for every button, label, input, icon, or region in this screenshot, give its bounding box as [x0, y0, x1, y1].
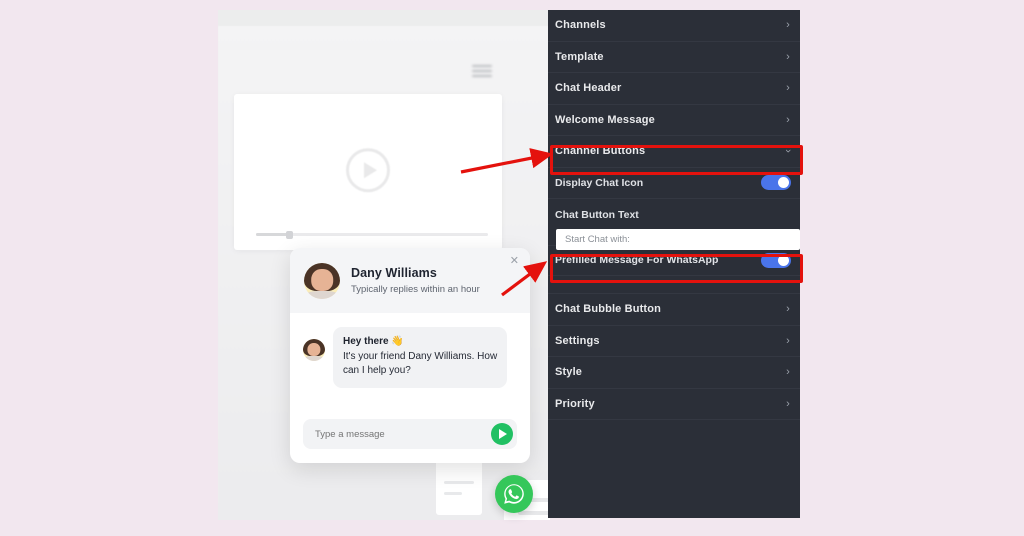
avatar-face: [307, 342, 321, 357]
sidebar-item-label: Chat Bubble Button: [555, 303, 661, 316]
sidebar-item-label: Template: [555, 50, 604, 63]
sidebar-item-chat-header[interactable]: Chat Header ›: [548, 73, 800, 105]
settings-sidebar: Channels › Template › Chat Header › Welc…: [548, 10, 800, 518]
sidebar-item-welcome-message[interactable]: Welcome Message ›: [548, 105, 800, 136]
chevron-right-icon: ›: [786, 366, 790, 379]
sidebar-item-label: Style: [555, 366, 583, 379]
sidebar-item-style[interactable]: Style ›: [548, 357, 800, 389]
chevron-right-icon: ›: [786, 113, 790, 126]
avatar: [303, 339, 325, 361]
prefilled-message-toggle[interactable]: [761, 252, 791, 268]
video-progress-filled: [256, 233, 289, 236]
avatar-face: [311, 268, 333, 291]
sidebar-item-priority[interactable]: Priority ›: [548, 389, 800, 420]
option-label: Display Chat Icon: [555, 176, 644, 189]
video-progress-knob[interactable]: [286, 230, 294, 239]
whatsapp-icon[interactable]: [495, 475, 533, 513]
agent-status: Typically replies within an hour: [351, 284, 480, 295]
sidebar-item-label: Priority: [555, 397, 595, 410]
chat-header-text: Dany Williams Typically replies within a…: [351, 266, 480, 295]
close-icon[interactable]: ✕: [510, 256, 519, 267]
option-display-chat-icon[interactable]: Display Chat Icon: [548, 168, 800, 199]
placeholder-line: [444, 492, 462, 495]
option-chat-button-text: Chat Button Text: [548, 199, 800, 231]
chevron-right-icon: ›: [786, 50, 790, 63]
chevron-right-icon: ›: [786, 19, 790, 32]
hamburger-icon[interactable]: [472, 65, 492, 79]
play-icon[interactable]: [346, 148, 390, 193]
sidebar-item-label: Channel Buttons: [555, 145, 646, 158]
avatar: [304, 262, 340, 299]
sidebar-item-label: Welcome Message: [555, 113, 655, 126]
sidebar-item-channel-buttons[interactable]: Channel Buttons ›: [548, 136, 800, 168]
chevron-right-icon: ›: [786, 334, 790, 347]
message-line: It's your friend Dany Williams. How: [343, 350, 498, 362]
display-chat-icon-toggle[interactable]: [761, 175, 791, 191]
message-line: Hey there 👋: [343, 336, 404, 347]
chevron-right-icon: ›: [786, 397, 790, 410]
sidebar-item-template[interactable]: Template ›: [548, 42, 800, 73]
sidebar-item-settings[interactable]: Settings ›: [548, 326, 800, 357]
agent-name: Dany Williams: [351, 266, 437, 280]
hamburger-line: [472, 65, 492, 67]
sidebar-item-label: Channels: [555, 19, 606, 32]
chat-message-row: Hey there 👋 It's your friend Dany Willia…: [303, 327, 517, 388]
chevron-right-icon: ›: [786, 303, 790, 316]
chevron-right-icon: ›: [786, 82, 790, 95]
sidebar-divider: [548, 276, 800, 294]
send-icon[interactable]: [491, 423, 513, 445]
sidebar-item-label: Settings: [555, 334, 600, 347]
sidebar-item-label: Chat Header: [555, 82, 622, 95]
option-label: Prefilled Message For WhatsApp: [555, 254, 719, 267]
chat-button-text-input[interactable]: [556, 229, 800, 250]
placeholder-line: [518, 511, 550, 515]
chat-message-bubble: Hey there 👋 It's your friend Dany Willia…: [333, 327, 508, 388]
chat-widget: Dany Williams Typically replies within a…: [290, 248, 530, 463]
message-line: can I help you?: [343, 365, 411, 376]
placeholder-line: [444, 481, 474, 484]
chat-message-input[interactable]: [315, 428, 491, 440]
chevron-down-icon: ›: [782, 149, 795, 154]
avatar-body: [304, 356, 324, 361]
sidebar-item-channels[interactable]: Channels ›: [548, 10, 800, 42]
hamburger-line: [472, 70, 492, 72]
video-progress-bar[interactable]: [256, 230, 488, 239]
video-player-card[interactable]: [234, 94, 502, 250]
chat-widget-header: Dany Williams Typically replies within a…: [290, 248, 530, 313]
hamburger-line: [472, 75, 492, 77]
option-label: Chat Button Text: [555, 208, 639, 221]
chat-message-area: Hey there 👋 It's your friend Dany Willia…: [290, 313, 530, 388]
chat-input-row[interactable]: [303, 419, 517, 449]
sidebar-item-chat-bubble-button[interactable]: Chat Bubble Button ›: [548, 294, 800, 326]
avatar-body: [306, 290, 338, 299]
